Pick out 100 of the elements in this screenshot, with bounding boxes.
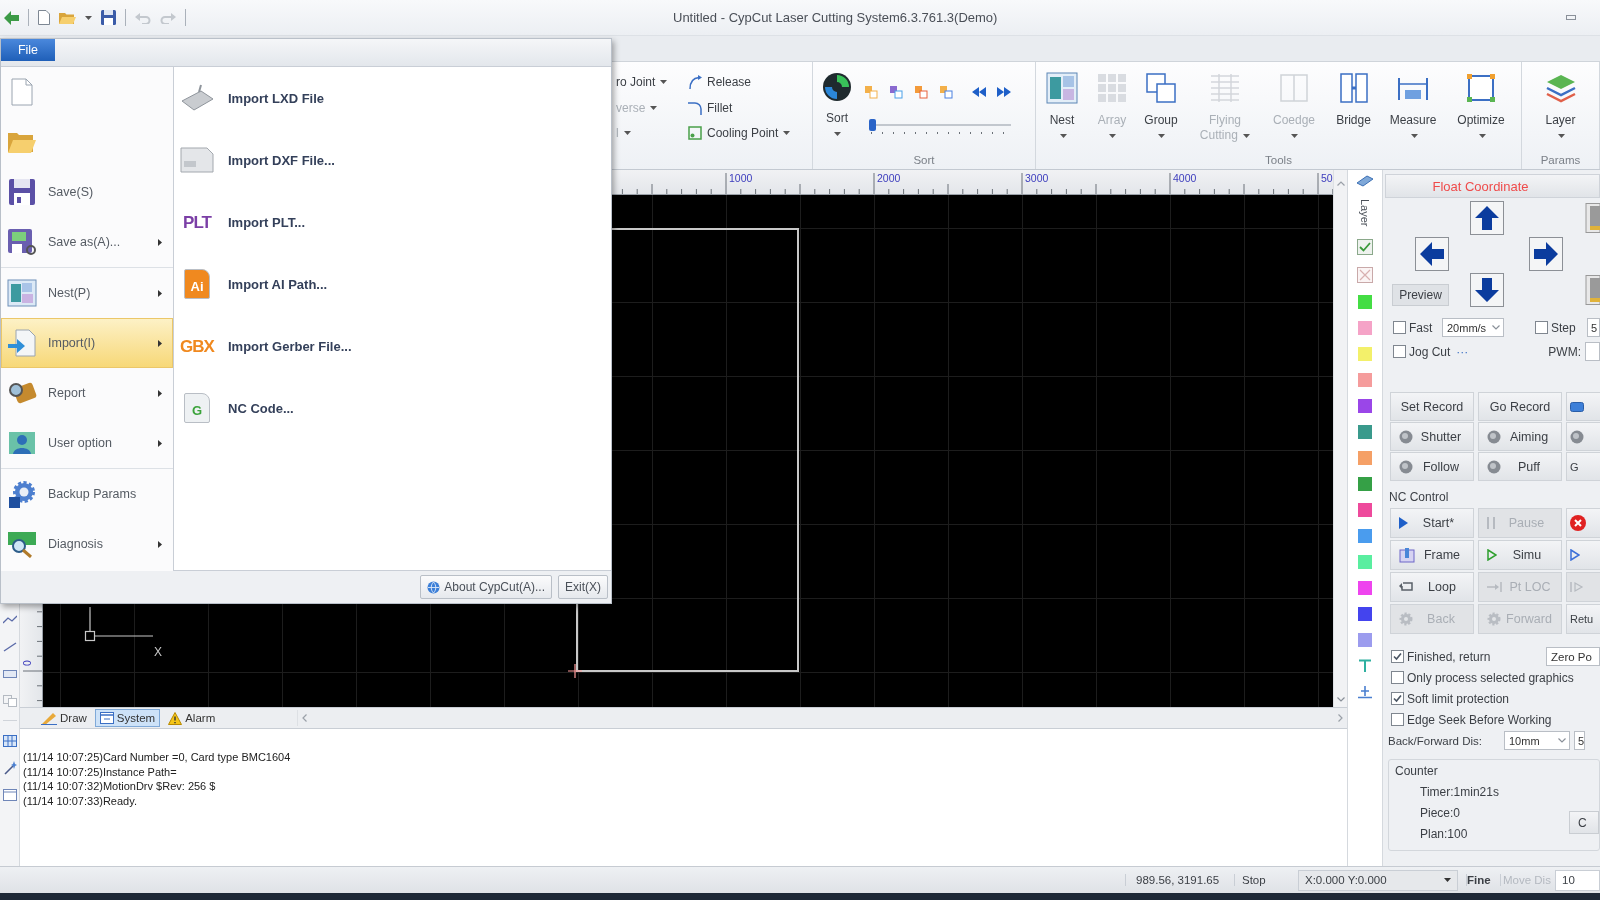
ribbon-item[interactable]: Fillet bbox=[686, 96, 812, 119]
checkbox[interactable] bbox=[1393, 345, 1406, 358]
move-left-button[interactable] bbox=[1415, 237, 1449, 271]
layer-swatch[interactable] bbox=[1358, 581, 1372, 595]
exit-button[interactable]: Exit(X) bbox=[558, 575, 608, 599]
file-tab[interactable]: File bbox=[1, 39, 55, 61]
app-button[interactable] bbox=[4, 10, 19, 25]
new-document-icon bbox=[11, 78, 33, 106]
layer-swatch[interactable] bbox=[1358, 477, 1372, 491]
submenu-item[interactable]: Import DXF File... bbox=[228, 152, 335, 168]
ribbon-button[interactable]: Group bbox=[1136, 66, 1186, 143]
align-button[interactable] bbox=[1357, 685, 1373, 699]
layer-swatch[interactable] bbox=[1358, 451, 1372, 465]
distance-field[interactable]: 5 bbox=[1574, 731, 1586, 750]
show-all-button[interactable] bbox=[1357, 239, 1373, 255]
control-button[interactable]: Start* bbox=[1390, 508, 1474, 538]
checkbox[interactable] bbox=[1391, 671, 1404, 684]
slider-thumb[interactable] bbox=[869, 119, 876, 131]
tool-button[interactable] bbox=[2, 760, 17, 776]
about-button[interactable]: About CypCut(A)... bbox=[420, 575, 552, 599]
sequence-button[interactable] bbox=[889, 85, 903, 99]
control-button[interactable]: Follow bbox=[1390, 452, 1474, 481]
vertical-scrollbar[interactable] bbox=[1333, 170, 1347, 707]
ribbon-button[interactable]: Measure bbox=[1383, 66, 1443, 143]
checkbox[interactable] bbox=[1391, 692, 1404, 705]
ribbon-item[interactable]: ro Joint bbox=[614, 71, 678, 93]
sequence-button[interactable] bbox=[864, 85, 878, 99]
submenu-item[interactable]: Import Gerber File... bbox=[228, 338, 352, 354]
submenu-item[interactable]: NC Code... bbox=[228, 400, 294, 416]
ribbon-button[interactable]: Bridge bbox=[1324, 66, 1383, 128]
control-button[interactable] bbox=[1566, 508, 1600, 538]
sequence-button[interactable] bbox=[914, 85, 928, 99]
checkbox[interactable] bbox=[1393, 321, 1406, 334]
layer-swatch[interactable] bbox=[1358, 321, 1372, 335]
coordinate-dropdown[interactable]: X:0.000 Y:0.000 bbox=[1298, 869, 1458, 891]
move-up-button[interactable] bbox=[1470, 201, 1504, 235]
control-button[interactable]: Puff bbox=[1478, 452, 1562, 481]
tool-button[interactable] bbox=[2, 787, 17, 803]
hide-all-button[interactable] bbox=[1357, 267, 1373, 283]
control-button[interactable] bbox=[1566, 392, 1600, 421]
layer-swatch[interactable] bbox=[1358, 555, 1372, 569]
save-button[interactable] bbox=[101, 10, 116, 25]
control-button[interactable]: Simu bbox=[1478, 540, 1562, 570]
layer-swatch[interactable] bbox=[1358, 607, 1372, 621]
control-button[interactable]: Shutter bbox=[1390, 422, 1474, 451]
open-menu-button[interactable] bbox=[85, 15, 92, 20]
ribbon-button[interactable]: Layer bbox=[1522, 66, 1599, 143]
layer-swatch[interactable] bbox=[1358, 503, 1372, 517]
layer-swatch[interactable] bbox=[1358, 529, 1372, 543]
control-button[interactable]: Set Record bbox=[1390, 392, 1474, 421]
control-button[interactable]: Loop bbox=[1390, 572, 1474, 602]
ribbon-item[interactable]: Cooling Point bbox=[686, 122, 812, 144]
layer-swatch[interactable] bbox=[1358, 347, 1372, 361]
new-button[interactable] bbox=[38, 10, 50, 25]
led-icon bbox=[1570, 429, 1584, 444]
return-point-field[interactable]: Zero Po bbox=[1546, 647, 1600, 666]
tool-button[interactable] bbox=[2, 733, 17, 749]
step-field[interactable]: 5 bbox=[1587, 318, 1600, 337]
sort-button[interactable]: Sort bbox=[822, 66, 852, 151]
more-button[interactable]: ··· bbox=[1450, 344, 1469, 359]
menu-item[interactable]: Import(I) bbox=[1, 318, 173, 368]
control-button[interactable]: Retu bbox=[1566, 604, 1600, 634]
control-button[interactable]: G bbox=[1566, 452, 1600, 481]
layer-swatch[interactable] bbox=[1358, 399, 1372, 413]
control-button[interactable]: Aiming bbox=[1478, 422, 1562, 451]
control-button[interactable]: Frame bbox=[1390, 540, 1474, 570]
submenu-item[interactable]: Import LXD File bbox=[228, 90, 325, 106]
distance-dropdown[interactable]: 10mm bbox=[1504, 731, 1570, 750]
submenu-item[interactable]: Import PLT... bbox=[228, 214, 306, 230]
open-button[interactable] bbox=[59, 10, 76, 25]
console-tab[interactable]: System bbox=[94, 709, 161, 727]
checkbox[interactable] bbox=[1535, 321, 1548, 334]
ribbon-button[interactable]: Optimize bbox=[1443, 66, 1519, 143]
ribbon-button[interactable]: Nest bbox=[1036, 66, 1088, 143]
layer-swatch[interactable] bbox=[1358, 633, 1372, 647]
t-bar-icon bbox=[1358, 659, 1372, 673]
counter-button[interactable]: C bbox=[1569, 811, 1599, 834]
control-button[interactable]: Go Record bbox=[1478, 392, 1562, 421]
console-tab[interactable]: Draw bbox=[36, 709, 92, 727]
checkbox[interactable] bbox=[1391, 650, 1404, 663]
layer-swatch[interactable] bbox=[1358, 425, 1372, 439]
ribbon-item[interactable]: Release bbox=[686, 71, 812, 93]
speed-dropdown[interactable]: 20mm/s bbox=[1442, 318, 1504, 337]
control-button[interactable] bbox=[1566, 540, 1600, 570]
move-right-button[interactable] bbox=[1529, 237, 1563, 271]
preview-button[interactable]: Preview bbox=[1392, 284, 1449, 306]
console-tab[interactable]: Alarm bbox=[163, 709, 221, 727]
layer-swatch[interactable] bbox=[1358, 295, 1372, 309]
submenu-item[interactable]: Import AI Path... bbox=[228, 276, 328, 292]
rewind-button[interactable] bbox=[972, 87, 986, 97]
checkbox[interactable] bbox=[1391, 713, 1404, 726]
pwm-field[interactable] bbox=[1585, 342, 1600, 361]
grid-icon bbox=[2, 735, 17, 747]
sequence-button[interactable] bbox=[939, 85, 953, 99]
control-button[interactable] bbox=[1566, 422, 1600, 451]
layer-button[interactable] bbox=[1356, 175, 1374, 187]
layer-swatch[interactable] bbox=[1358, 373, 1372, 387]
text-button[interactable] bbox=[1358, 659, 1372, 673]
fast-forward-button[interactable] bbox=[997, 87, 1011, 97]
move-down-button[interactable] bbox=[1470, 273, 1504, 307]
